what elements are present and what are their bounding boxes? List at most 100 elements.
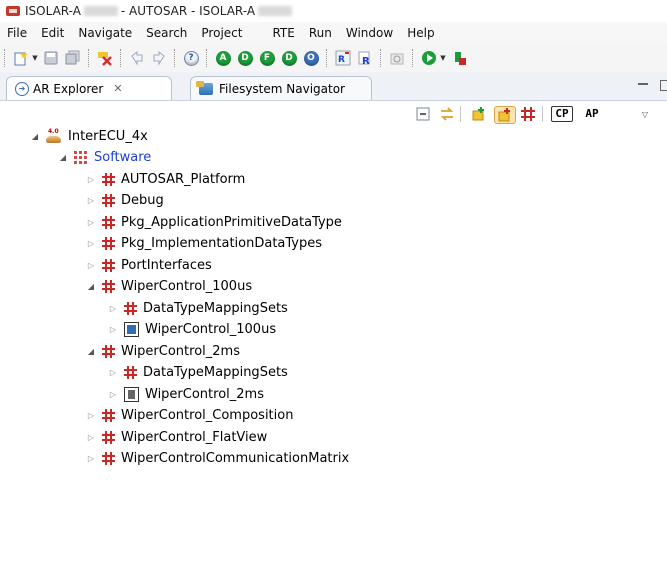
package-icon: [102, 237, 115, 250]
collapsed-icon[interactable]: ▷: [86, 218, 96, 227]
filter-toggle-icon[interactable]: [494, 106, 516, 124]
menu-run[interactable]: Run: [302, 26, 339, 40]
redacted-text: [83, 6, 118, 16]
save-icon[interactable]: [42, 49, 60, 67]
collapsed-icon[interactable]: ▷: [86, 261, 96, 270]
window-title-prefix: ISOLAR-A: [25, 4, 81, 18]
toolbar-o-button[interactable]: O: [302, 49, 320, 67]
tree-item-root[interactable]: ◢ InterECU_4x: [30, 126, 148, 147]
help-button[interactable]: ?: [182, 49, 200, 67]
chevron-down-icon[interactable]: ▼: [440, 49, 446, 67]
tab-filesystem-navigator[interactable]: Filesystem Navigator: [190, 76, 372, 100]
expanded-icon[interactable]: ◢: [86, 282, 96, 291]
run-icon[interactable]: [420, 49, 438, 67]
minimize-icon[interactable]: [638, 83, 648, 88]
package-icon: [102, 452, 115, 465]
tree-item-datatypemappingsets-2ms[interactable]: ▷ DataTypeMappingSets: [108, 362, 288, 383]
package-grid-icon[interactable]: [520, 106, 536, 122]
menu-search[interactable]: Search: [139, 26, 194, 40]
menu-rte[interactable]: RTE: [265, 26, 301, 40]
toolbar-separator: [206, 49, 208, 67]
package-icon: [124, 302, 137, 315]
redo-icon[interactable]: [150, 49, 168, 67]
collapsed-icon[interactable]: ▷: [86, 454, 96, 463]
toolbar-separator: [120, 49, 122, 67]
collapsed-icon[interactable]: ▷: [108, 325, 118, 334]
close-icon[interactable]: ✕: [113, 82, 122, 95]
toolbar-a-button[interactable]: A: [214, 49, 232, 67]
config-icon[interactable]: [388, 49, 406, 67]
tree-item-label: WiperControl_100us: [145, 322, 277, 337]
collapsed-icon[interactable]: ▷: [108, 390, 118, 399]
tab-ar-explorer[interactable]: ➜ AR Explorer ✕: [6, 76, 172, 100]
tree-item-debug[interactable]: ▷ Debug: [86, 190, 164, 211]
package-icon: [102, 173, 115, 186]
tree-item-label: WiperControlCommunicationMatrix: [121, 451, 350, 466]
toolbar-separator: [380, 49, 382, 67]
undo-icon[interactable]: [128, 49, 146, 67]
tree-item-port-interfaces[interactable]: ▷ PortInterfaces: [86, 255, 212, 276]
software-component-icon: [124, 387, 139, 402]
toolbar-d2-button[interactable]: D: [280, 49, 298, 67]
collapsed-icon[interactable]: ▷: [86, 175, 96, 184]
tree-item-label: WiperControl_2ms: [121, 344, 240, 359]
chevron-down-icon[interactable]: ▼: [32, 49, 38, 67]
filesystem-icon: [196, 80, 213, 95]
tree-item-label: Debug: [121, 193, 164, 208]
cp-toggle-button[interactable]: CP: [549, 106, 575, 122]
view-menu-chevron-icon[interactable]: ▽: [640, 106, 650, 122]
expanded-icon[interactable]: ◢: [58, 153, 68, 162]
tab-label: Filesystem Navigator: [219, 81, 345, 96]
new-package-icon[interactable]: [470, 106, 488, 122]
expanded-icon[interactable]: ◢: [86, 347, 96, 356]
tree-item-software[interactable]: ◢ Software: [58, 147, 151, 168]
collapsed-icon[interactable]: ▷: [86, 239, 96, 248]
menu-help[interactable]: Help: [400, 26, 441, 40]
ap-toggle-button[interactable]: AP: [580, 106, 604, 122]
tree-item-pkg-application-primitive[interactable]: ▷ Pkg_ApplicationPrimitiveDataType: [86, 212, 342, 233]
maximize-icon[interactable]: [660, 80, 667, 91]
collapsed-icon[interactable]: ▷: [108, 368, 118, 377]
collapsed-icon[interactable]: ▷: [86, 196, 96, 205]
svg-text:R: R: [338, 55, 345, 65]
rte-icon[interactable]: R: [334, 49, 352, 67]
delete-icon[interactable]: [96, 49, 114, 67]
tree-item-component-100us[interactable]: ▷ WiperControl_100us: [108, 319, 276, 340]
collapse-all-icon[interactable]: [415, 106, 431, 122]
tree-item-pkg-implementation[interactable]: ▷ Pkg_ImplementationDataTypes: [86, 233, 322, 254]
menu-navigate[interactable]: Navigate: [71, 26, 139, 40]
tree-item-datatypemappingsets-100us[interactable]: ▷ DataTypeMappingSets: [108, 298, 288, 319]
save-all-icon[interactable]: [64, 49, 82, 67]
tree-item-label: InterECU_4x: [68, 129, 148, 144]
tree-item-label: Software: [94, 150, 152, 165]
tree-item-component-2ms[interactable]: ▷ WiperControl_2ms: [108, 384, 264, 405]
collapsed-icon[interactable]: ▷: [86, 433, 96, 442]
package-icon: [102, 280, 115, 293]
external-tools-icon[interactable]: [450, 49, 468, 67]
toolbar-f-button[interactable]: F: [258, 49, 276, 67]
menu-edit[interactable]: Edit: [34, 26, 71, 40]
menu-window[interactable]: Window: [339, 26, 400, 40]
menu-file[interactable]: File: [0, 26, 34, 40]
tree-item-wipercontrol-flatview[interactable]: ▷ WiperControl_FlatView: [86, 427, 267, 448]
tree-item-wipercontrol-communication-matrix[interactable]: ▷ WiperControlCommunicationMatrix: [86, 448, 349, 469]
view-controls: [638, 80, 667, 91]
link-with-editor-icon[interactable]: [438, 106, 456, 122]
tree-item-wipercontrol-100us[interactable]: ◢ WiperControl_100us: [86, 276, 252, 297]
toolbar-separator: [542, 106, 544, 122]
tree-item-label: WiperControl_100us: [121, 279, 253, 294]
tree-item-autosar-platform[interactable]: ▷ AUTOSAR_Platform: [86, 169, 245, 190]
ap-label: AP: [585, 107, 599, 120]
collapsed-icon[interactable]: ▷: [108, 304, 118, 313]
expanded-icon[interactable]: ◢: [30, 132, 40, 141]
new-icon[interactable]: [12, 49, 30, 67]
collapsed-icon[interactable]: ▷: [86, 411, 96, 420]
tree-item-wipercontrol-2ms[interactable]: ◢ WiperControl_2ms: [86, 341, 240, 362]
menu-project[interactable]: Project: [194, 26, 249, 40]
tree-item-label: WiperControl_Composition: [121, 408, 294, 423]
toolbar-separator: [174, 49, 176, 67]
toolbar-d-button[interactable]: D: [236, 49, 254, 67]
rte-generate-icon[interactable]: R: [356, 49, 374, 67]
ar-explorer-tree: ◢ InterECU_4x ◢ Software ▷ AUTOSAR_Platf…: [0, 126, 667, 581]
tree-item-wipercontrol-composition[interactable]: ▷ WiperControl_Composition: [86, 405, 294, 426]
